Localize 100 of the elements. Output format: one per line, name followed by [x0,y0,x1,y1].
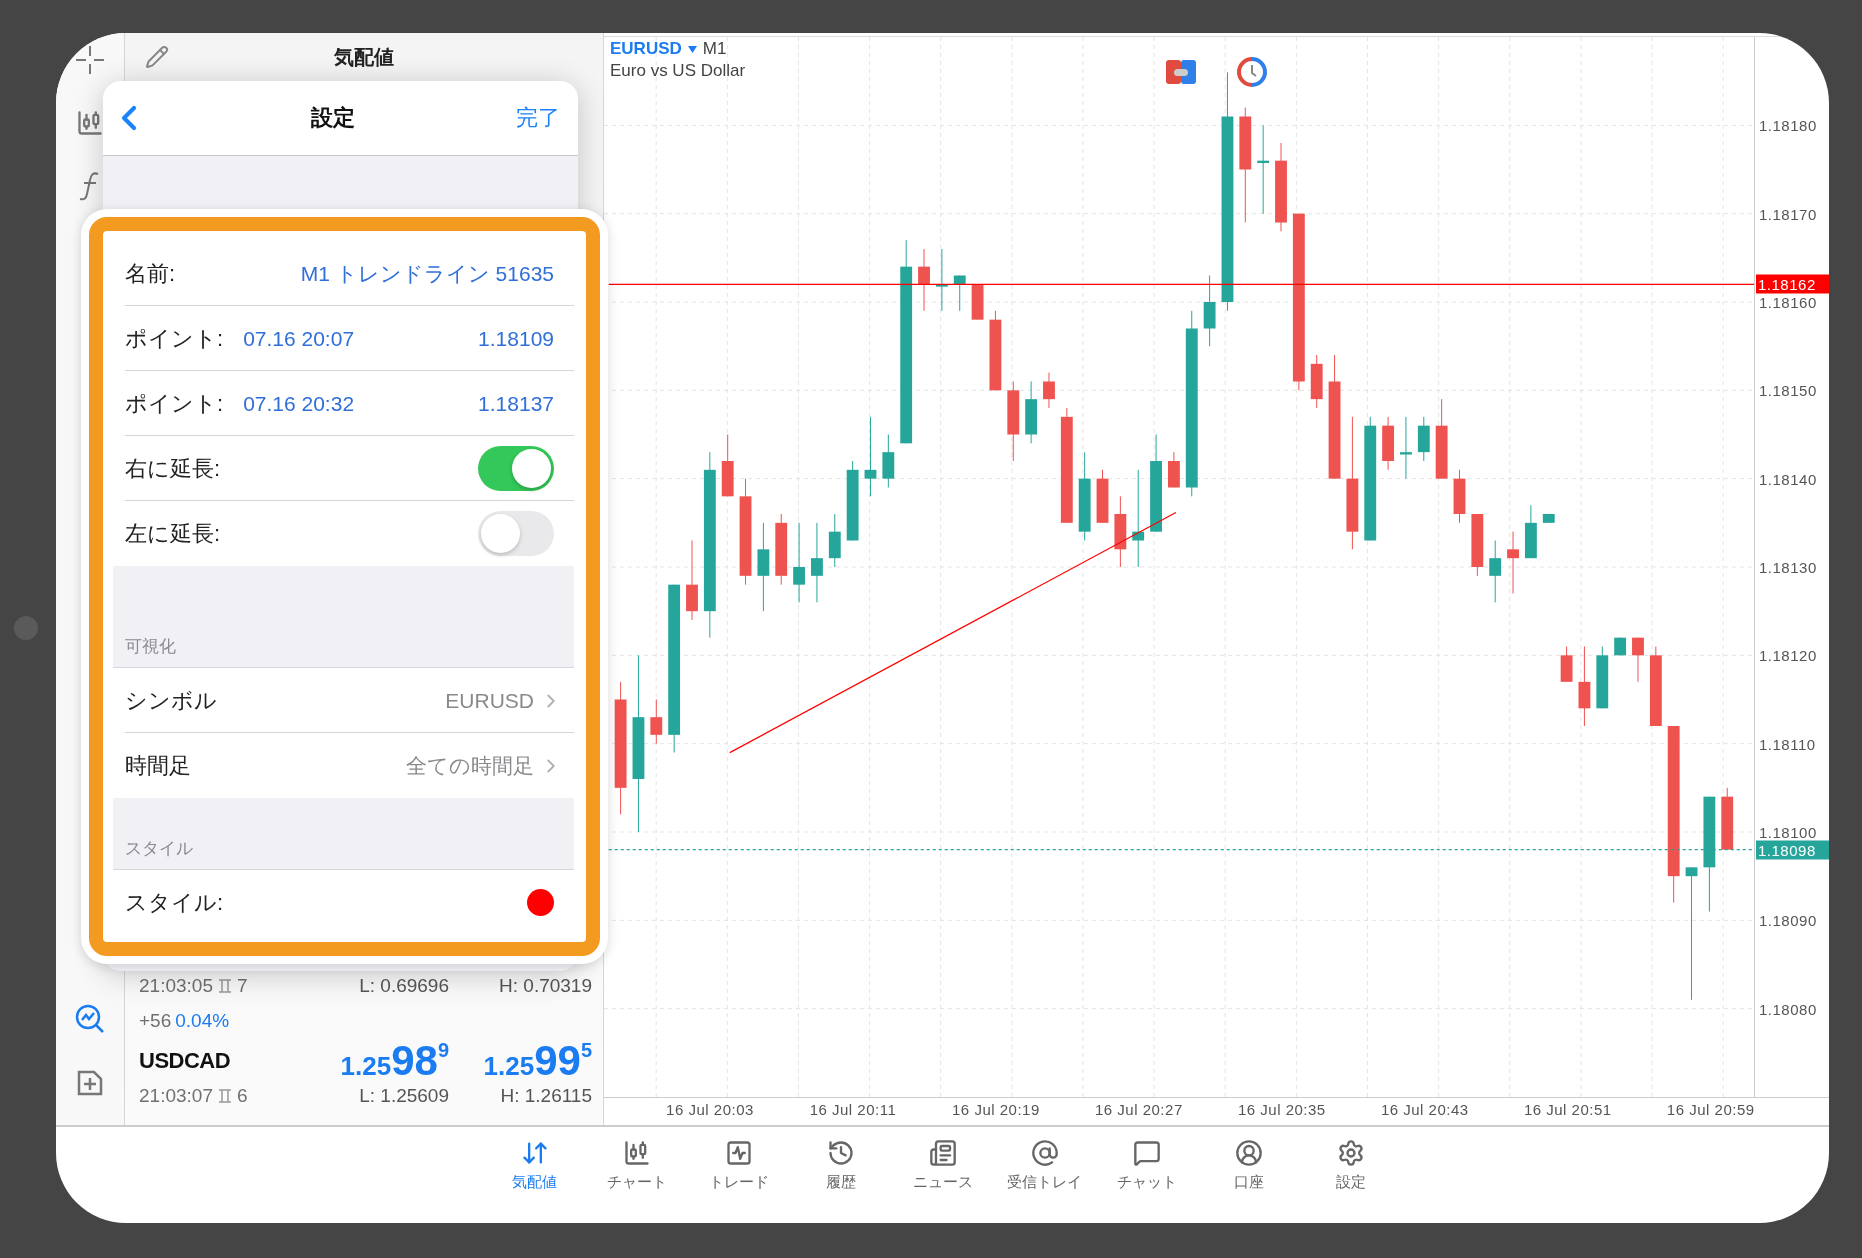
price-label: 1.18140 [1759,470,1817,488]
candlestick [1400,416,1412,480]
candlestick [918,248,930,312]
price-tag: 1.18162 [1756,274,1829,294]
candlestick [1132,469,1145,568]
panel-title: 気配値 [334,44,394,70]
chart-symbol[interactable]: EURUSD [610,39,682,59]
price-label: 1.18170 [1759,205,1817,223]
candlestick [811,522,823,603]
section-header: 可視化 [125,636,176,658]
tab-item[interactable]: チャート [585,1139,688,1223]
point-time[interactable]: 07.16 20:07 [243,326,355,351]
time-label: 16 Jul 20:59 [1666,1101,1755,1118]
section-header: スタイル [125,838,193,860]
chat-bubble-icon [1132,1139,1161,1167]
spread-value: 7 [236,975,248,997]
quote-time: 21:03:05 [139,975,213,997]
candlestick [1685,866,1698,1001]
point-price[interactable]: 1.18137 [478,391,554,416]
candlestick [1043,372,1055,409]
horizontal-line[interactable] [608,283,1754,285]
history-icon [826,1139,855,1167]
tab-item[interactable]: 設定 [1299,1139,1402,1223]
row-label[interactable]: 時間足 [125,750,191,781]
tab-item[interactable]: ニュース [891,1139,994,1223]
row-label[interactable]: シンボル [125,685,217,716]
at-sign-icon [1030,1139,1059,1167]
pencil-icon[interactable] [145,45,169,69]
quote-time: 21:03:07 [139,1085,213,1107]
price-label: 1.18110 [1759,735,1816,753]
candlestick [864,416,877,497]
change-points: +56 [139,1010,172,1032]
price-label: 1.18120 [1759,646,1817,664]
row-value: EURUSD [445,688,534,713]
row-label: ポイント: [125,324,224,353]
spread-icon [216,978,233,994]
tab-item[interactable]: チャット [1095,1139,1198,1223]
price-label: 1.18100 [1759,823,1817,841]
timeframe-label[interactable]: M1 [702,39,727,59]
row-label: 左に延長: [125,519,221,548]
clock-icon[interactable] [1237,57,1267,87]
time-label: 16 Jul 20:43 [1380,1101,1469,1118]
candlestick [650,699,663,745]
candlestick [1507,531,1519,594]
time-label: 16 Jul 20:11 [809,1101,897,1118]
low-price: L: 1.25609 [359,1085,449,1107]
row-value: 全ての時間足 [406,752,534,779]
chart-search-icon[interactable] [74,1003,106,1035]
settings-icon [1336,1139,1365,1167]
split-square-icon[interactable] [1166,60,1196,84]
high-price: H: 1.26115 [500,1085,592,1107]
low-price: L: 0.69696 [359,975,449,997]
point-price[interactable]: 1.18109 [478,326,554,351]
color-dot[interactable] [527,889,554,916]
spread-icon [216,1088,233,1104]
price-label: 1.18180 [1759,116,1817,134]
symbol-description: Euro vs US Dollar [610,61,746,81]
price-label: 1.18150 [1759,381,1817,399]
candlestick [953,275,966,312]
tab-item[interactable]: 受信トレイ [993,1139,1096,1223]
toggle-switch[interactable] [478,446,554,491]
time-label: 16 Jul 20:51 [1523,1101,1612,1118]
price-label: 1.18090 [1759,911,1817,929]
spread-value: 6 [236,1085,248,1107]
crosshair-icon[interactable] [75,45,105,75]
user-icon [1234,1139,1263,1167]
price-label: 1.18080 [1759,1000,1817,1018]
time-label: 16 Jul 20:35 [1237,1101,1326,1118]
row-label: スタイル: [125,888,224,917]
candlestick [1632,637,1644,683]
line-chart-icon [724,1139,753,1167]
change-percent: 0.04% [175,1010,230,1032]
newspaper-icon [928,1139,957,1167]
row-label: 右に延長: [125,454,221,483]
price-tag: 1.18098 [1756,840,1829,860]
time-label: 16 Jul 20:19 [952,1101,1040,1118]
tab-item[interactable]: 口座 [1197,1139,1300,1223]
price-label: 1.18160 [1759,293,1817,311]
candlestick [1489,540,1502,603]
point-time[interactable]: 07.16 20:32 [243,391,355,416]
price-label: 1.18130 [1759,558,1817,576]
trend-line[interactable] [729,511,1177,754]
toggle-switch[interactable] [478,511,554,556]
name-value[interactable]: M1 トレンドライン 51635 [300,259,554,288]
time-label: 16 Jul 20:03 [666,1101,754,1118]
row-label: ポイント: [125,389,224,418]
caret-icon [687,45,697,53]
candlestick-icon[interactable] [76,109,104,137]
row-label: 名前: [125,259,176,288]
popover-title: 設定 [310,104,355,132]
high-price: H: 0.70319 [499,975,592,997]
done-button[interactable]: 完了 [516,103,560,133]
symbol-name: USDCAD [139,1048,232,1074]
candlestick [793,522,806,603]
candlestick-icon [622,1139,651,1167]
time-label: 16 Jul 20:27 [1095,1101,1183,1118]
add-document-icon[interactable] [76,1069,104,1097]
tab-item[interactable]: トレード [687,1139,790,1223]
tab-item[interactable]: 気配値 [483,1139,586,1223]
tab-item[interactable]: 履歴 [789,1139,892,1223]
